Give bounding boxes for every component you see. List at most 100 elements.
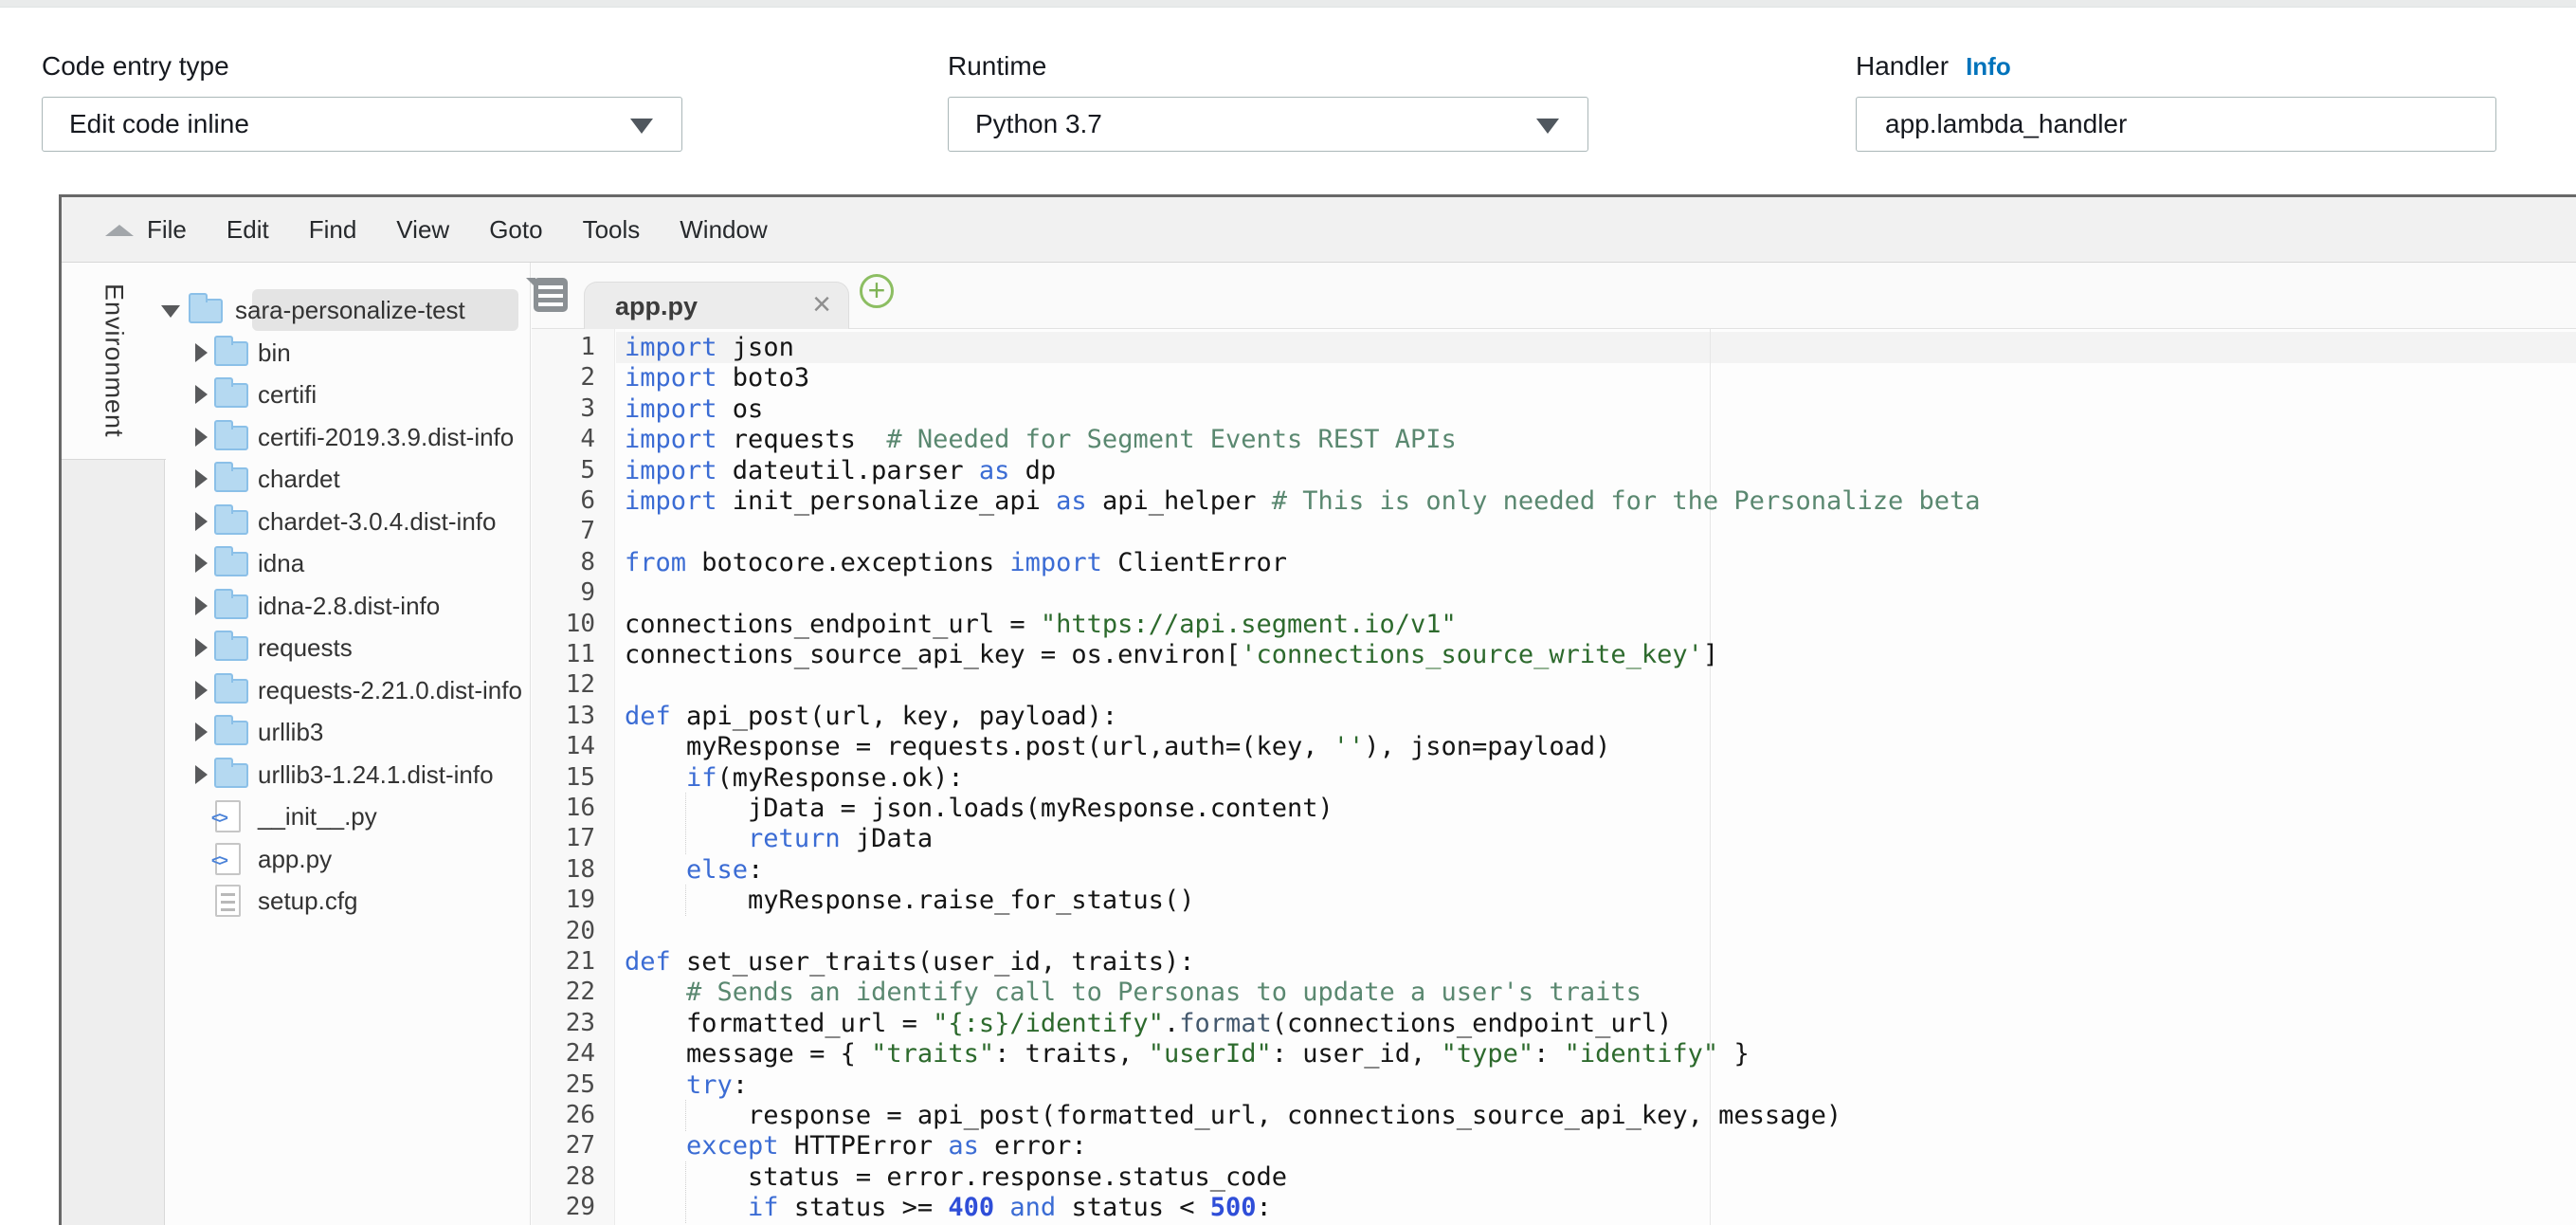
tree-item-requests-2-21-0-dist-info[interactable]: requests-2.21.0.dist-info: [166, 669, 524, 711]
code-line: [625, 577, 2576, 609]
code-line: myResponse = requests.post(url,auth=(key…: [625, 731, 2576, 762]
code-line: myResponse.raise_for_status(): [625, 885, 2576, 916]
tree-item-chardet[interactable]: chardet: [166, 458, 524, 500]
tree-item-chardet-3-0-4-dist-info[interactable]: chardet-3.0.4.dist-info: [166, 501, 524, 542]
disclosure-collapsed-icon[interactable]: [195, 428, 208, 447]
disclosure-collapsed-icon[interactable]: [195, 765, 208, 784]
code-token: connections_source_api_key = os.environ[: [625, 640, 1241, 669]
lambda-code-editor-page: Code entry type Edit code inline Runtime…: [0, 0, 2576, 1225]
code-entry-type-select[interactable]: Edit code inline: [42, 97, 682, 152]
code-token: status <: [1056, 1193, 1210, 1222]
code-token: return: [748, 824, 841, 853]
disclosure-collapsed-icon[interactable]: [195, 638, 208, 657]
tree-item-idna[interactable]: idna: [166, 542, 524, 584]
code-line: formatted_url = "{:s}/identify".format(c…: [625, 1008, 2576, 1039]
tree-item-urllib3[interactable]: urllib3: [166, 711, 524, 753]
disclosure-collapsed-icon[interactable]: [195, 512, 208, 531]
chevron-down-icon: [630, 119, 653, 134]
disclosure-collapsed-icon[interactable]: [195, 681, 208, 700]
runtime-select[interactable]: Python 3.7: [948, 97, 1588, 152]
line-number: 23: [532, 1008, 614, 1039]
tree-item-requests[interactable]: requests: [166, 627, 524, 668]
folder-icon: [214, 636, 248, 661]
code-token: os: [717, 394, 764, 424]
tree-item-sara-personalize-test[interactable]: sara-personalize-test: [166, 289, 524, 331]
code-token: ), json=payload): [1364, 732, 1610, 761]
code-editor[interactable]: 1234567891011121314151617181920212223242…: [532, 329, 2576, 1225]
line-number: 1: [532, 332, 614, 363]
menu-item-goto[interactable]: Goto: [489, 215, 542, 245]
line-number: 28: [532, 1161, 614, 1193]
code-line: message = { "traits": traits, "userId": …: [625, 1038, 2576, 1070]
code-line: def api_post(url, key, payload):: [625, 701, 2576, 732]
code-token: dateutil.parser: [717, 456, 979, 485]
disclosure-collapsed-icon[interactable]: [195, 469, 208, 488]
handler-input[interactable]: [1856, 97, 2496, 152]
runtime-label: Runtime: [948, 47, 1588, 85]
folder-icon: [214, 679, 248, 704]
code-token: botocore.exceptions: [686, 548, 1009, 577]
line-number: 15: [532, 762, 614, 794]
menu-item-edit[interactable]: Edit: [227, 215, 269, 245]
tab-list-icon[interactable]: [534, 278, 568, 312]
code-token: 'connections_source_write_key': [1241, 640, 1703, 669]
collapse-editor-icon[interactable]: [105, 225, 134, 236]
menu-item-window[interactable]: Window: [680, 215, 767, 245]
line-number: 5: [532, 455, 614, 486]
code-token: if: [748, 1193, 779, 1222]
disclosure-collapsed-icon[interactable]: [195, 722, 208, 741]
tab-app-py[interactable]: app.py ×: [584, 282, 849, 330]
close-icon[interactable]: ×: [812, 286, 831, 323]
disclosure-collapsed-icon[interactable]: [195, 343, 208, 362]
code-token: json: [717, 333, 794, 362]
code-token: api_post(url, key, payload):: [671, 702, 1117, 731]
tree-item-app-py[interactable]: <>app.py: [166, 838, 524, 880]
tree-item-certifi-2019-3-9-dist-info[interactable]: certifi-2019.3.9.dist-info: [166, 416, 524, 458]
new-tab-button[interactable]: +: [860, 274, 894, 308]
tree-item-idna-2-8-dist-info[interactable]: idna-2.8.dist-info: [166, 585, 524, 627]
environment-tab[interactable]: Environment: [62, 263, 166, 460]
code-line: else:: [625, 854, 2576, 886]
menu-item-file[interactable]: File: [147, 215, 187, 245]
code-token: "traits": [871, 1039, 994, 1069]
tree-item--init-py[interactable]: <>__init__.py: [166, 795, 524, 837]
code-line: status = error.response.status_code: [625, 1161, 2576, 1193]
tree-item-setup-cfg[interactable]: setup.cfg: [166, 880, 524, 922]
tree-item-label: idna: [258, 549, 304, 578]
code-token: as: [979, 456, 1010, 485]
line-number: 16: [532, 793, 614, 824]
folder-icon: [214, 383, 248, 408]
tree-item-urllib3-1-24-1-dist-info[interactable]: urllib3-1.24.1.dist-info: [166, 754, 524, 795]
handler-label-text: Handler: [1856, 51, 1949, 82]
code-token: set_user_traits(user_id, traits):: [671, 947, 1195, 977]
handler-info-link[interactable]: Info: [1966, 52, 2011, 82]
disclosure-collapsed-icon[interactable]: [195, 385, 208, 404]
folder-icon: [214, 510, 248, 535]
menu-item-tools[interactable]: Tools: [583, 215, 641, 245]
line-number: 18: [532, 854, 614, 886]
ide-menubar: File Edit Find View Goto Tools Window: [62, 197, 2576, 263]
menu-item-find[interactable]: Find: [309, 215, 357, 245]
code-token: [625, 1193, 748, 1222]
code-token: api_helper: [1087, 486, 1272, 516]
line-number: 4: [532, 424, 614, 455]
code-token: connections_endpoint_url =: [625, 610, 1041, 639]
tree-item-label: urllib3: [258, 718, 323, 747]
line-number: 17: [532, 823, 614, 854]
code-token: as: [1056, 486, 1087, 516]
code-line: if status >= 400 and status < 500:: [625, 1192, 2576, 1223]
tree-item-certifi[interactable]: certifi: [166, 374, 524, 415]
disclosure-collapsed-icon[interactable]: [195, 596, 208, 615]
code-token: :: [1257, 1193, 1272, 1222]
code-token: (connections_endpoint_url): [1272, 1009, 1673, 1038]
disclosure-expanded-icon[interactable]: [161, 305, 180, 318]
tree-item-bin[interactable]: bin: [166, 332, 524, 374]
line-number: 10: [532, 609, 614, 640]
indent-guide: [685, 1100, 686, 1131]
disclosure-collapsed-icon[interactable]: [195, 554, 208, 573]
line-number: 21: [532, 946, 614, 978]
code-token: [994, 1193, 1009, 1222]
folder-icon: [214, 341, 248, 366]
file-icon-glyph: <>: [211, 851, 227, 870]
menu-item-view[interactable]: View: [396, 215, 449, 245]
